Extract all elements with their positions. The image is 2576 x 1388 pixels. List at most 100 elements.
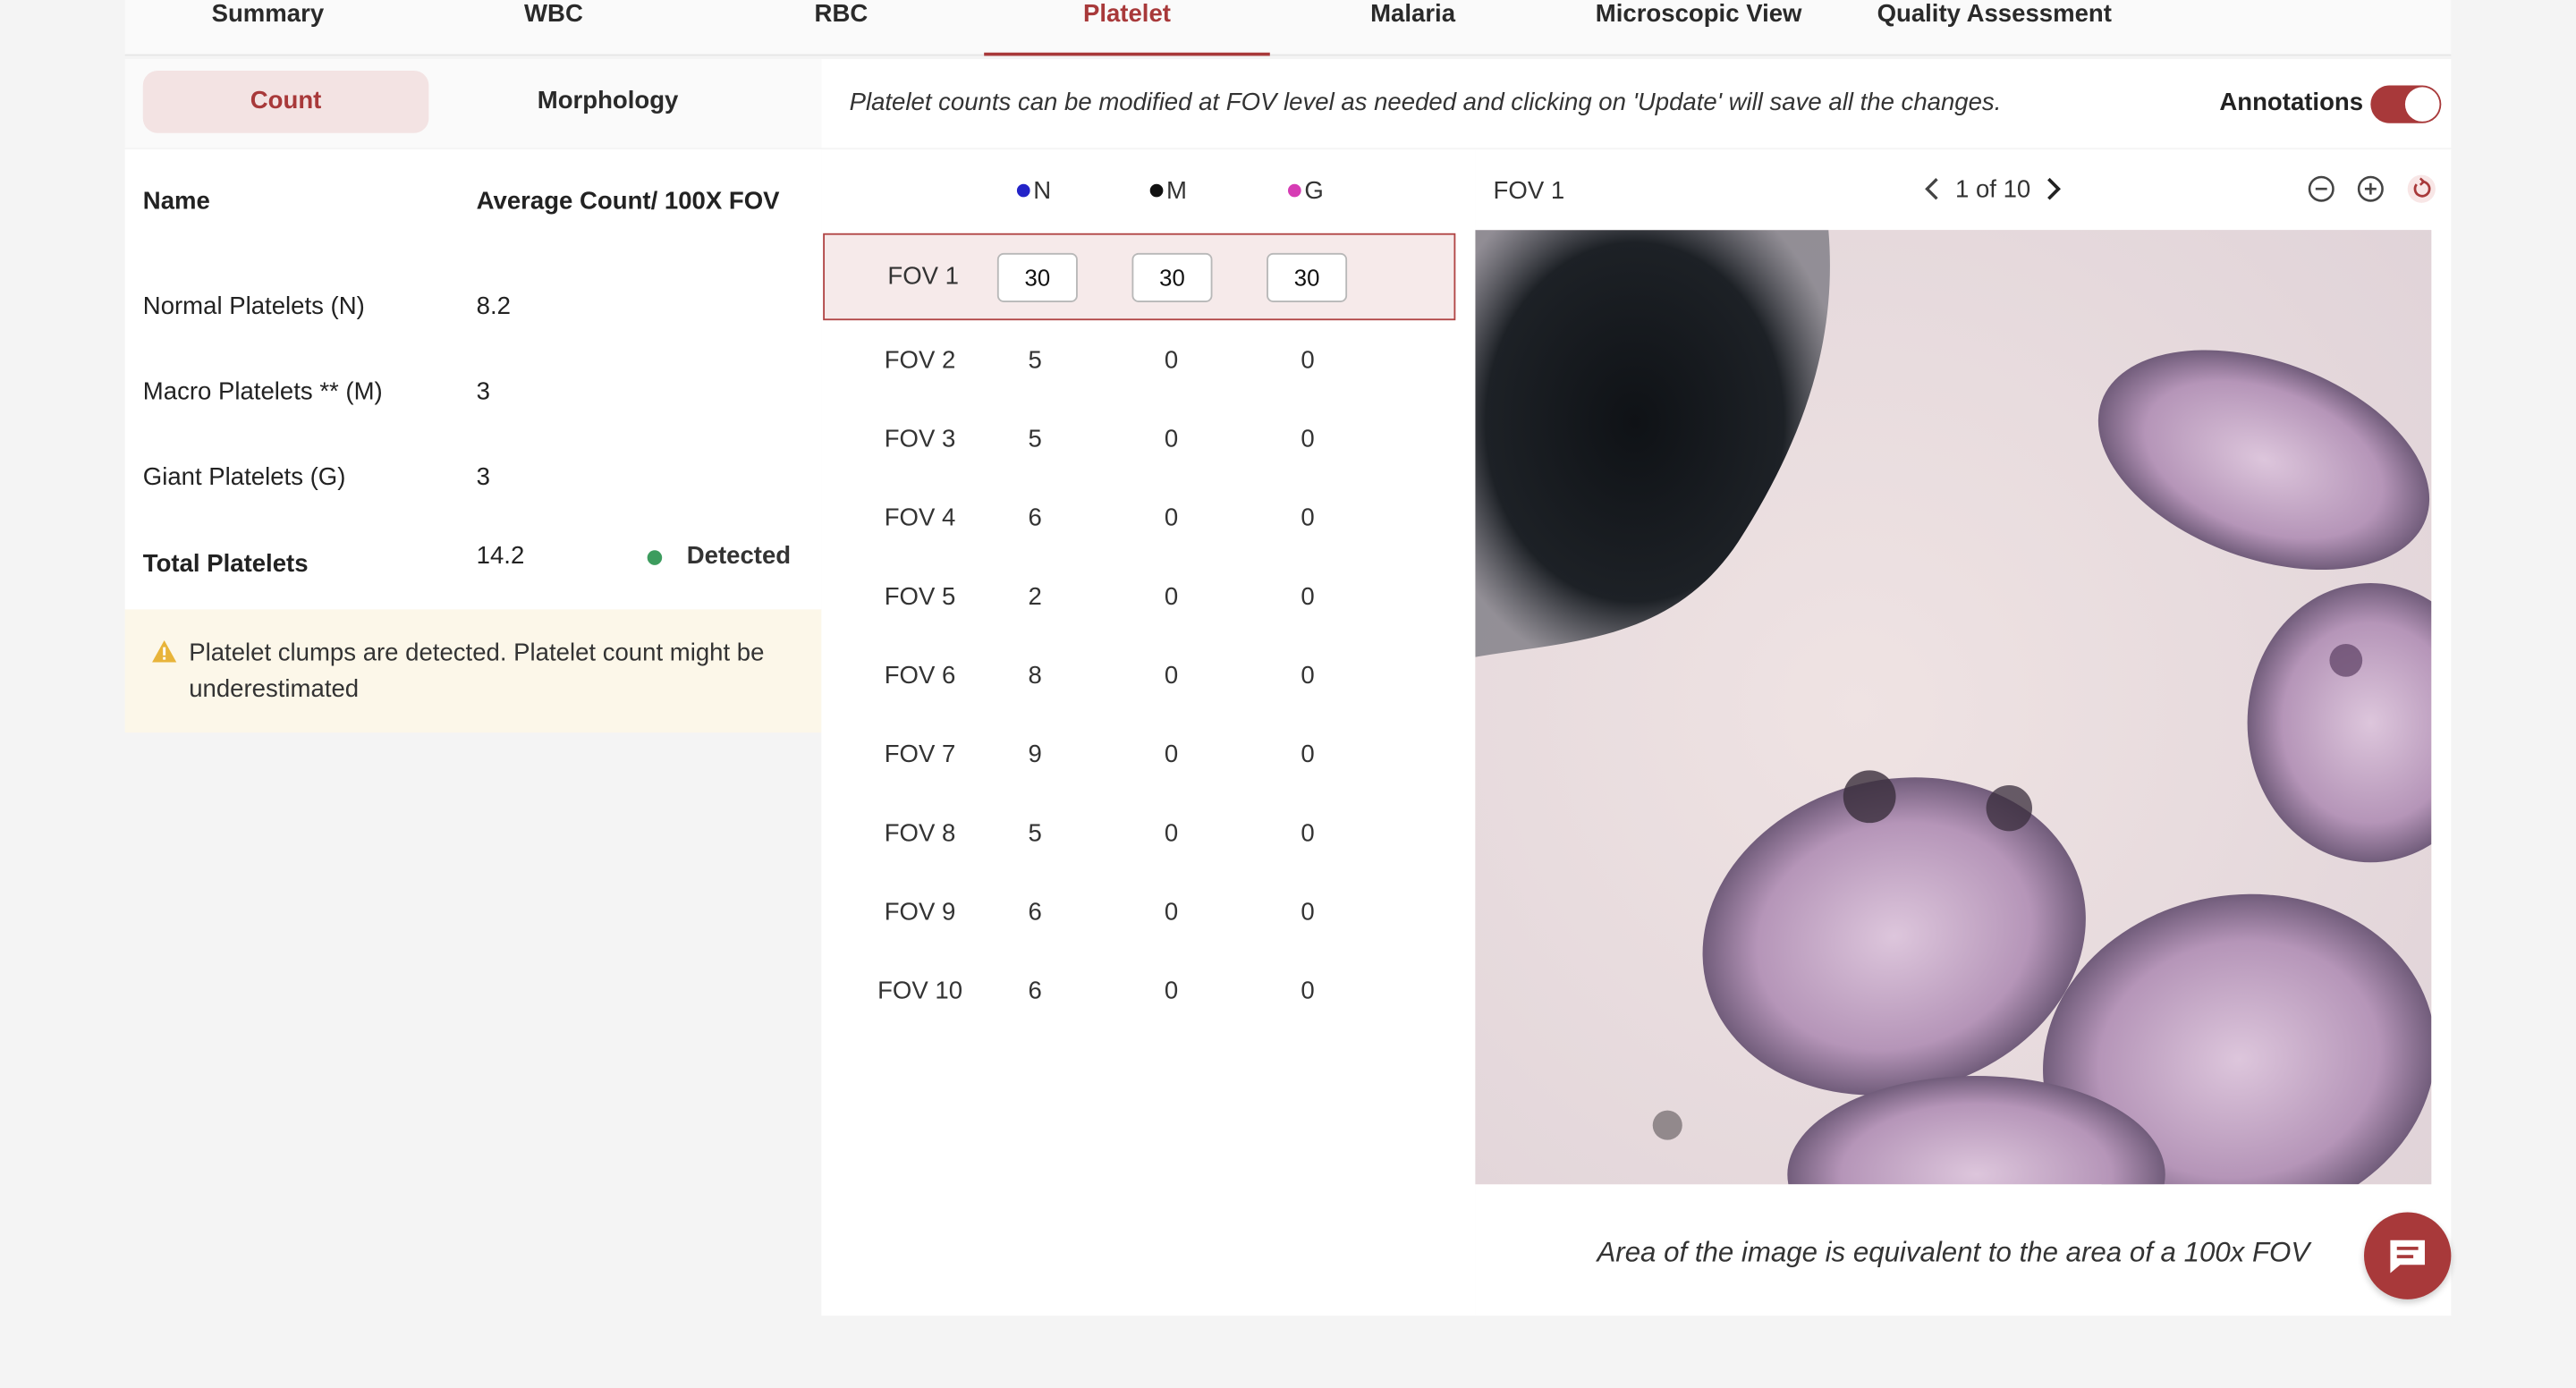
g-value: 0 — [1301, 741, 1315, 769]
m-value: 0 — [1164, 819, 1179, 848]
fov-name: FOV 4 — [884, 504, 956, 533]
m-value: 0 — [1164, 898, 1179, 927]
fov-image-viewer: FOV 1 1 of 10 Area of the image is equiv… — [1475, 149, 2452, 1316]
column-label: M — [1166, 177, 1188, 206]
total-platelets-label: Total Platelets — [142, 550, 309, 579]
magenta-dot-icon — [1287, 183, 1301, 198]
summary-row-name: Macro Platelets ** (M) — [142, 377, 383, 406]
chevron-right-icon[interactable] — [2038, 174, 2067, 204]
toggle-knob — [2404, 87, 2440, 122]
fov-name: FOV 10 — [877, 977, 963, 1006]
chevron-left-icon[interactable] — [1919, 174, 1948, 204]
clump-warning-banner: Platelet clumps are detected. Platelet c… — [124, 609, 822, 733]
fov-name: FOV 5 — [884, 583, 956, 612]
summary-header-name: Name — [142, 187, 210, 216]
table-row[interactable]: FOV 5 2 0 0 — [821, 573, 1475, 652]
pager-text: 1 of 10 — [1954, 175, 2031, 204]
fov-name: FOV 3 — [884, 425, 956, 453]
g-value: 0 — [1301, 425, 1315, 453]
edit-instructions-text: Platelet counts can be modified at FOV l… — [849, 89, 2002, 117]
table-row-fov-1[interactable]: FOV 1 — [823, 233, 1456, 321]
reset-zoom-icon[interactable] — [2407, 174, 2436, 204]
m-value: 0 — [1164, 741, 1179, 769]
table-row[interactable]: FOV 4 6 0 0 — [821, 495, 1475, 573]
m-value: 0 — [1164, 662, 1179, 690]
chat-icon — [2390, 1240, 2425, 1274]
info-bar: Platelet counts can be modified at FOV l… — [821, 59, 2452, 148]
tab-wbc[interactable]: WBC — [411, 0, 697, 55]
annotations-label: Annotations — [2219, 89, 2364, 117]
g-value: 0 — [1301, 977, 1315, 1006]
summary-row-name: Giant Platelets (G) — [142, 462, 346, 492]
table-row[interactable]: FOV 8 5 0 0 — [821, 809, 1475, 888]
g-value: 0 — [1301, 898, 1315, 927]
column-header-n: N — [1016, 177, 1052, 206]
tab-microscopic-view[interactable]: Microscopic View — [1555, 0, 1842, 55]
column-header-g: G — [1287, 177, 1324, 206]
warning-triangle-icon — [152, 639, 177, 663]
fov-1-n-input[interactable] — [996, 252, 1078, 302]
summary-row-value: 3 — [476, 377, 490, 406]
m-value: 0 — [1164, 977, 1179, 1006]
image-area-caption: Area of the image is equivalent to the a… — [1597, 1237, 2310, 1268]
fov-1-m-input[interactable] — [1131, 252, 1213, 302]
fov-name: FOV 8 — [884, 819, 956, 848]
fov-name: FOV 6 — [884, 662, 956, 690]
column-label: G — [1304, 177, 1324, 206]
fov-name: FOV 2 — [884, 346, 956, 375]
n-value: 5 — [1028, 346, 1042, 375]
table-row[interactable]: FOV 7 9 0 0 — [821, 731, 1475, 809]
table-row[interactable]: FOV 10 6 0 0 — [821, 968, 1475, 1046]
g-value: 0 — [1301, 504, 1315, 533]
microscope-fov-image — [1475, 230, 2432, 1185]
table-row[interactable]: FOV 9 6 0 0 — [821, 889, 1475, 968]
zoom-in-icon[interactable] — [2357, 174, 2386, 204]
subtab-count[interactable]: Count — [142, 70, 429, 133]
fov-name: FOV 1 — [887, 262, 960, 292]
table-row[interactable]: FOV 3 5 0 0 — [821, 416, 1475, 495]
detected-status-dot-icon — [647, 550, 663, 565]
blue-dot-icon — [1016, 183, 1030, 198]
summary-header-value: Average Count/ 100X FOV — [476, 187, 780, 216]
tab-rbc[interactable]: RBC — [699, 0, 985, 55]
summary-row-name: Normal Platelets (N) — [142, 292, 365, 321]
column-label: N — [1033, 177, 1052, 206]
g-value: 0 — [1301, 346, 1315, 375]
column-header-m: M — [1149, 177, 1188, 206]
summary-row-value: 3 — [476, 462, 490, 492]
zoom-out-icon[interactable] — [2307, 174, 2336, 204]
g-value: 0 — [1301, 819, 1315, 848]
m-value: 0 — [1164, 583, 1179, 612]
n-value: 6 — [1028, 898, 1042, 927]
main-tab-bar: Summary WBC RBC Platelet Malaria Microsc… — [124, 0, 2452, 56]
black-dot-icon — [1149, 183, 1164, 198]
annotations-toggle[interactable] — [2370, 85, 2442, 123]
table-row[interactable]: FOV 2 5 0 0 — [821, 337, 1475, 416]
fov-pager: 1 of 10 — [1919, 174, 2067, 204]
fov-name: FOV 7 — [884, 741, 956, 769]
m-value: 0 — [1164, 504, 1179, 533]
m-value: 0 — [1164, 425, 1179, 453]
fov-name: FOV 9 — [884, 898, 956, 927]
n-value: 6 — [1028, 977, 1042, 1006]
g-value: 0 — [1301, 662, 1315, 690]
subtab-bar: Count Morphology — [124, 59, 822, 148]
n-value: 9 — [1028, 741, 1042, 769]
tab-quality-assessment[interactable]: Quality Assessment — [1852, 0, 2138, 55]
n-value: 8 — [1028, 662, 1042, 690]
n-value: 5 — [1028, 425, 1042, 453]
tab-summary[interactable]: Summary — [125, 0, 411, 55]
g-value: 0 — [1301, 583, 1315, 612]
chat-support-button[interactable] — [2364, 1212, 2452, 1299]
n-value: 2 — [1028, 583, 1042, 612]
fov-count-table: N M G FOV 1 FOV 2 5 0 0 FOV 3 5 0 0 FOV — [821, 149, 1476, 1316]
total-platelets-value: 14.2 — [476, 542, 525, 571]
tab-platelet[interactable]: Platelet — [984, 0, 1270, 56]
tab-malaria[interactable]: Malaria — [1270, 0, 1556, 55]
warning-text: Platelet clumps are detected. Platelet c… — [189, 639, 765, 704]
table-row[interactable]: FOV 6 8 0 0 — [821, 652, 1475, 731]
platelet-summary-panel: Name Average Count/ 100X FOV Normal Plat… — [124, 149, 822, 610]
subtab-morphology[interactable]: Morphology — [465, 71, 751, 133]
summary-row-value: 8.2 — [476, 292, 511, 321]
fov-1-g-input[interactable] — [1267, 252, 1348, 302]
